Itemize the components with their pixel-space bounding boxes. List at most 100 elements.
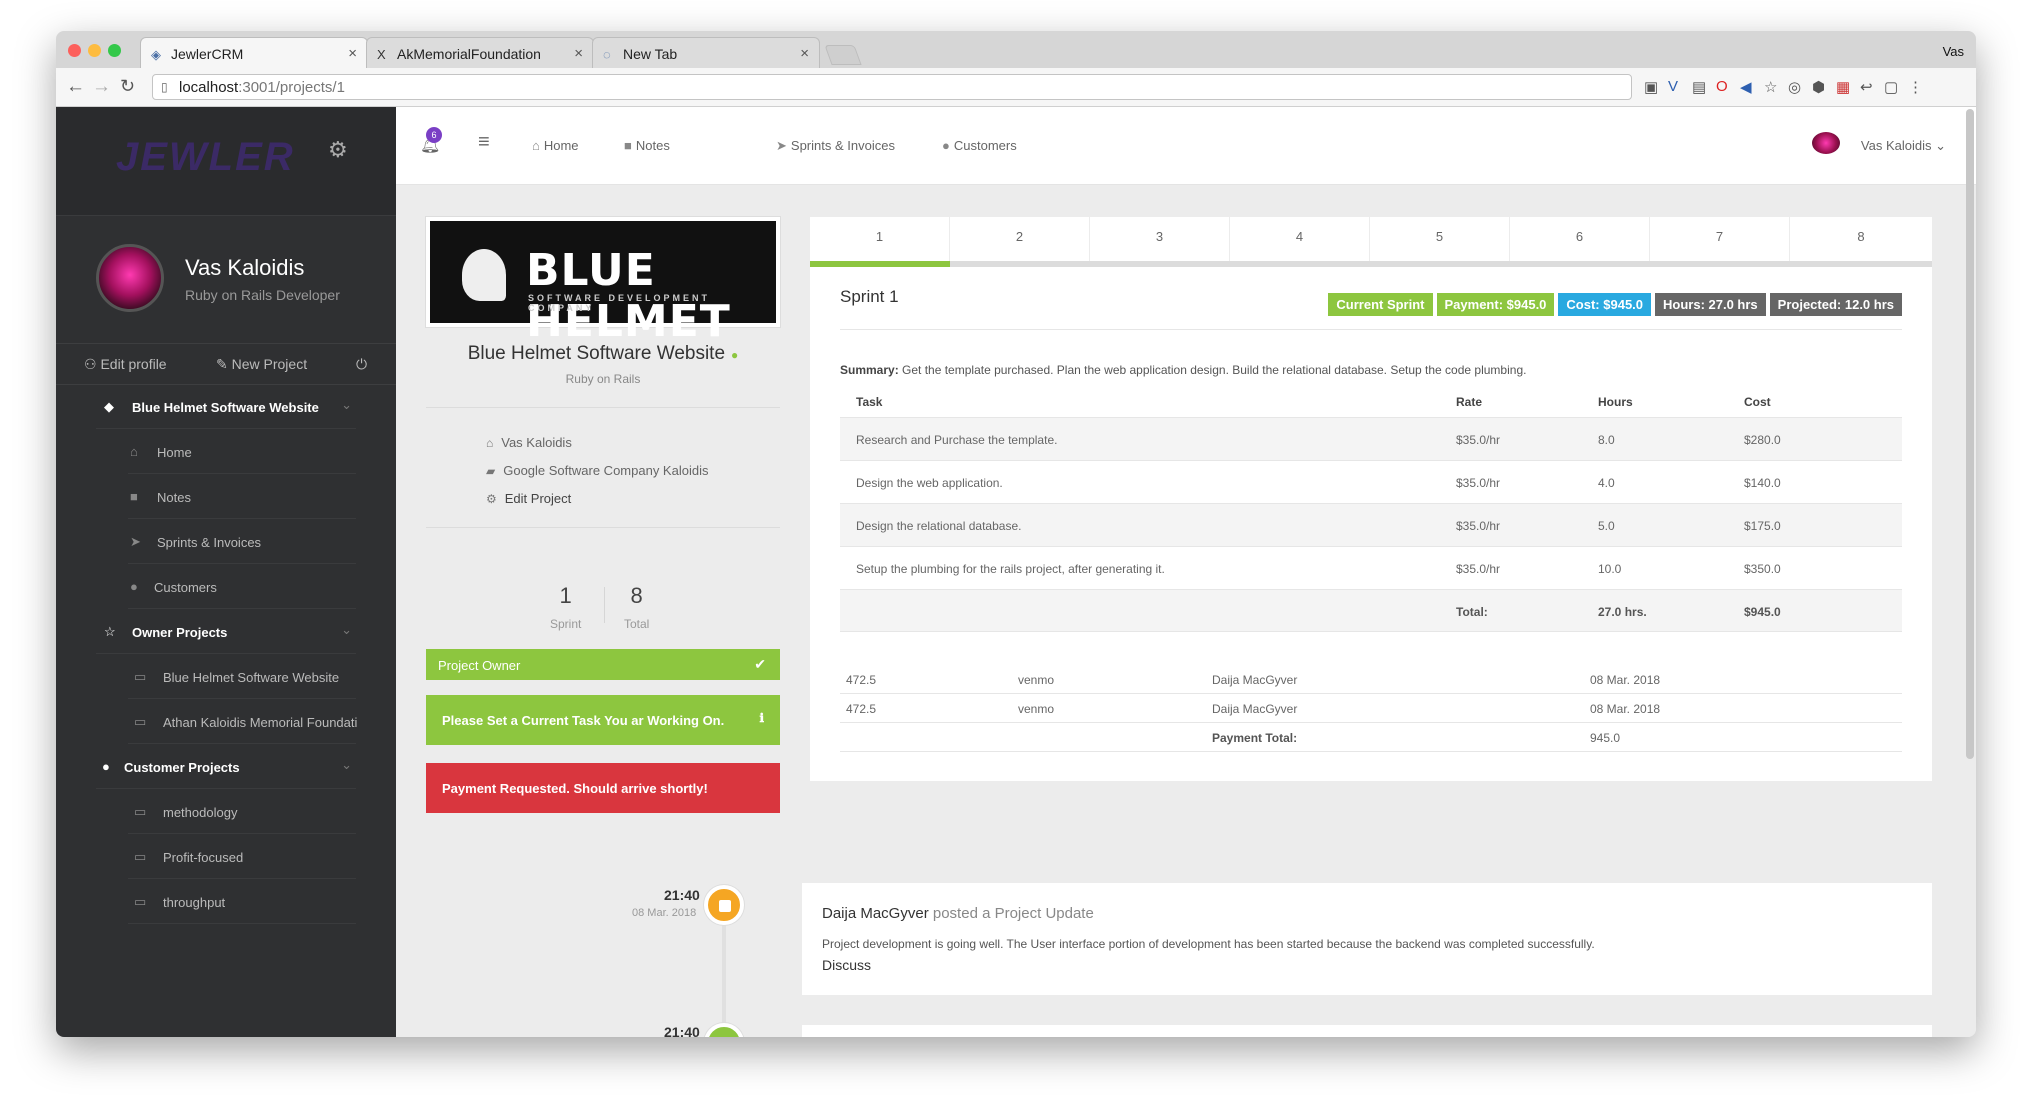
sprint-tab-1[interactable]: 1 (810, 217, 950, 261)
close-tab-icon[interactable]: × (574, 45, 583, 62)
page-icon: ▯ (161, 80, 168, 94)
nav-sprints[interactable]: ➤ Sprints & Invoices (776, 138, 895, 154)
maximize-window-button[interactable] (108, 44, 121, 57)
edit-profile-button[interactable]: ⚇ Edit profile (84, 356, 167, 373)
browser-tab-akmemorial[interactable]: X AkMemorialFoundation × (366, 37, 594, 68)
sidebar-item-customer-projects[interactable]: ● Customer Projects ⌄ (56, 745, 396, 789)
profile-name: Vas Kaloidis (185, 255, 305, 280)
url-input[interactable]: ▯ localhost:3001/projects/1 (152, 74, 1632, 100)
nav-customers[interactable]: ● Customers (942, 138, 1017, 153)
close-window-button[interactable] (68, 44, 81, 57)
new-project-button[interactable]: ✎ New Project (216, 356, 307, 373)
edit-profile-label: Edit profile (100, 356, 167, 372)
project-owner-link[interactable]: ⌂ Vas Kaloidis (486, 435, 572, 450)
table-total-row: Total: 27.0 hrs. $945.0 (840, 589, 1902, 632)
notification-badge: 6 (426, 127, 442, 143)
sprint-tab-2[interactable]: 2 (950, 217, 1090, 261)
home-icon: ⌂ (532, 138, 540, 153)
discuss-link[interactable]: Discuss (822, 957, 871, 973)
status-badge: Projected: 12.0 hrs (1769, 293, 1902, 316)
user-icon: ● (102, 759, 110, 774)
sprint-summary: Summary: Get the template purchased. Pla… (840, 363, 1526, 377)
current-task-notice[interactable]: Please Set a Current Task You ar Working… (426, 695, 780, 745)
sprint-tab-6[interactable]: 6 (1510, 217, 1650, 261)
post-body: Project development is going well. The U… (822, 937, 1595, 951)
paper-plane-icon: ➤ (130, 534, 141, 549)
nav-notes[interactable]: ■ Notes (624, 138, 670, 153)
extension-icon[interactable]: ⬢ (1812, 78, 1825, 96)
sidebar-item-customers[interactable]: ● Customers (56, 565, 396, 609)
profile-section: Vas Kaloidis Ruby on Rails Developer (56, 217, 396, 343)
sidebar-item-label: Customer Projects (124, 760, 240, 775)
payment-payer: Daija MacGyver (1212, 702, 1298, 716)
chevron-down-icon: ⌄ (1935, 138, 1946, 153)
post-action: posted a Project Update (932, 905, 1094, 922)
post-author[interactable]: Daija MacGyver (822, 905, 929, 922)
close-tab-icon[interactable]: × (800, 45, 809, 62)
scrollbar[interactable] (1966, 109, 1974, 759)
nav-home[interactable]: ⌂ Home (532, 138, 579, 153)
sprint-tab-4[interactable]: 4 (1230, 217, 1370, 261)
back-icon[interactable]: ← (66, 76, 85, 98)
tab-bar: ◈ JewlerCRM × X AkMemorialFoundation × ◌… (56, 31, 1976, 68)
sidebar-item-sprints[interactable]: ➤ Sprints & Invoices (56, 520, 396, 564)
user-menu[interactable]: Vas Kaloidis ⌄ (1861, 138, 1946, 154)
avatar[interactable] (96, 244, 164, 312)
sidebar-item-project[interactable]: ◆ Blue Helmet Software Website ⌄ (56, 385, 396, 429)
monitor-icon: ▭ (134, 714, 147, 729)
extension-icon[interactable]: ▢ (1884, 78, 1898, 96)
new-tab-button[interactable] (824, 45, 862, 65)
logout-button[interactable]: ⏻ (356, 356, 367, 373)
diamond-icon: ◈ (151, 47, 161, 62)
payment-date: 08 Mar. 2018 (1590, 673, 1661, 687)
close-tab-icon[interactable]: × (348, 45, 357, 62)
browser-profile[interactable]: Vas (1943, 44, 1964, 59)
extension-icon[interactable]: ↩ (1860, 78, 1873, 96)
sprint-tab-3[interactable]: 3 (1090, 217, 1230, 261)
sidebar-item-owner-project[interactable]: ▭ Athan Kaloidis Memorial Foundati (56, 700, 396, 744)
hamburger-icon[interactable]: ≡ (478, 131, 490, 154)
reload-icon[interactable]: ↻ (120, 76, 135, 97)
project-company-link[interactable]: ▰ Google Software Company Kaloidis (486, 463, 708, 478)
app-logo[interactable]: JEWLER (116, 135, 295, 180)
status-dot-icon: ● (731, 348, 739, 362)
sidebar-item-customer-project[interactable]: ▭ throughput (56, 880, 396, 924)
summary-text: Get the template purchased. Plan the web… (902, 363, 1527, 377)
extension-icon[interactable]: ▤ (1692, 78, 1706, 96)
gear-icon[interactable]: ⚙ (328, 137, 348, 163)
cell-hours: 10.0 (1598, 562, 1622, 576)
sprint-tab-5[interactable]: 5 (1370, 217, 1510, 261)
stat-label: Sprint (550, 617, 582, 631)
forward-icon[interactable]: → (92, 76, 111, 98)
user-icon: ⚇ (84, 356, 97, 372)
minimize-window-button[interactable] (88, 44, 101, 57)
sidebar-item-owner-project[interactable]: ▭ Blue Helmet Software Website (56, 655, 396, 699)
payment-total-value: 945.0 (1590, 731, 1621, 745)
stat-sprint: 1 Sprint (550, 583, 581, 631)
browser-tab-newtab[interactable]: ◌ New Tab × (592, 37, 820, 68)
sprint-tab-7[interactable]: 7 (1650, 217, 1790, 261)
extension-icon[interactable]: V (1668, 78, 1678, 95)
sidebar-item-customer-project[interactable]: ▭ Profit-focused (56, 835, 396, 879)
browser-tab-jewlercrm[interactable]: ◈ JewlerCRM × (140, 37, 368, 68)
payment-method: venmo (1018, 702, 1055, 716)
banner-label: Project Owner (438, 658, 521, 673)
sidebar-item-label: Notes (157, 490, 191, 505)
sidebar-item-owner-projects[interactable]: ☆ Owner Projects ⌄ (56, 610, 396, 654)
extension-icon[interactable]: ◎ (1788, 78, 1801, 96)
edit-project-link[interactable]: ⚙ Edit Project (486, 491, 571, 506)
home-icon: ⌂ (130, 444, 138, 459)
calendar-icon[interactable]: ▦ (1836, 78, 1850, 96)
bookmark-star-icon[interactable]: ☆ (1764, 78, 1777, 96)
sidebar-item-notes[interactable]: ■ Notes (56, 475, 396, 519)
sidebar-item-customer-project[interactable]: ▭ methodology (56, 790, 396, 834)
project-logo: BLUE HELMET SOFTWARE DEVELOPMENT COMPANY (425, 216, 781, 347)
menu-dots-icon[interactable]: ⋮ (1908, 78, 1923, 96)
avatar[interactable] (1812, 132, 1840, 154)
sidebar-item-home[interactable]: ⌂ Home (56, 430, 396, 474)
summary-label: Summary: (840, 363, 899, 377)
sprint-tab-8[interactable]: 8 (1790, 217, 1932, 261)
opera-icon[interactable]: O (1716, 78, 1728, 95)
extension-icon[interactable]: ◀ (1740, 78, 1752, 96)
extension-icon[interactable]: ▣ (1644, 78, 1658, 96)
